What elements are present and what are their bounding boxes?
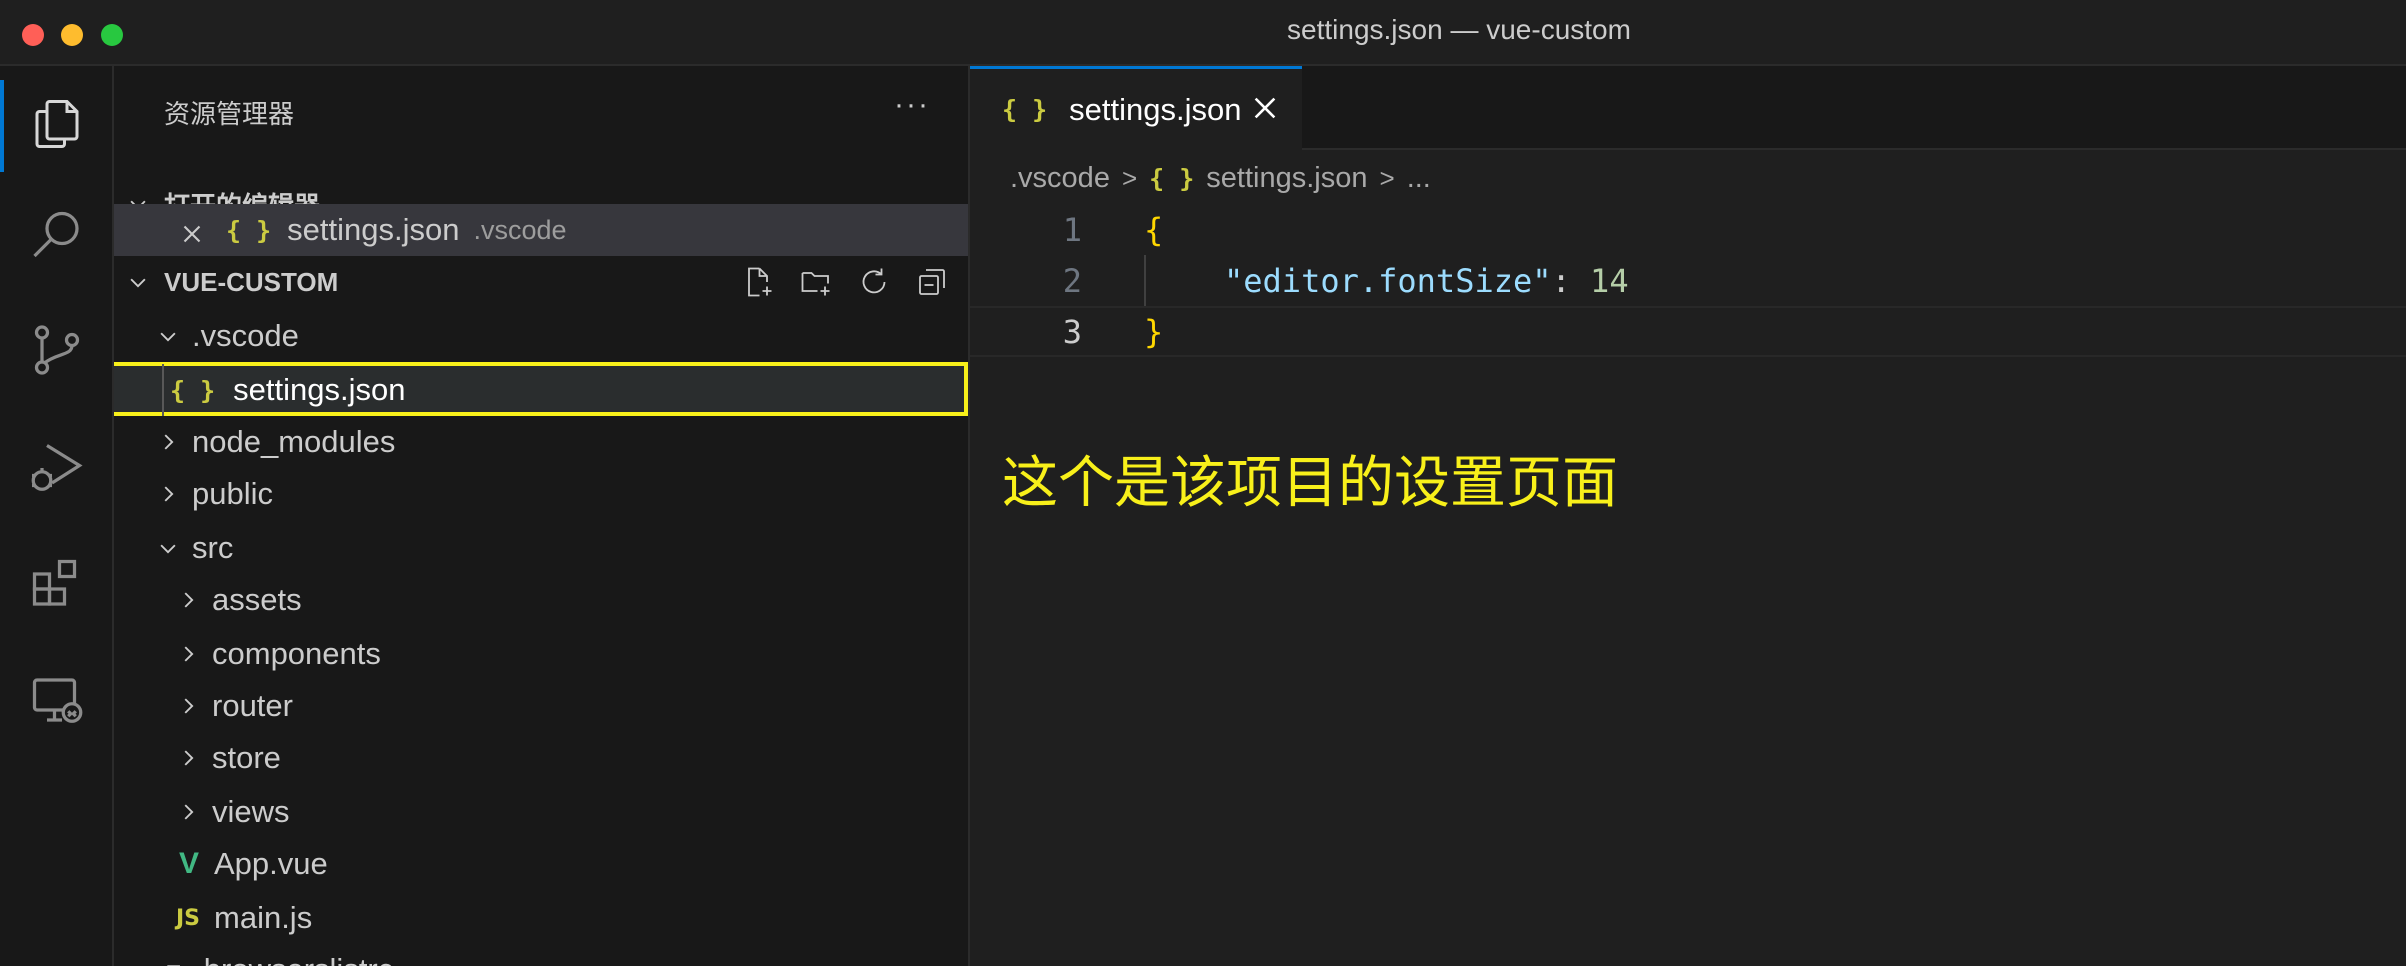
new-file-icon[interactable] bbox=[740, 264, 776, 300]
close-brace: } bbox=[1144, 312, 1164, 351]
new-folder-icon[interactable] bbox=[798, 264, 834, 300]
json-file-icon: { } bbox=[1149, 163, 1195, 193]
code-line-current: 3 } bbox=[970, 306, 2406, 357]
tree-file-settings-json[interactable]: { } settings.json bbox=[114, 364, 968, 416]
extensions-icon[interactable] bbox=[25, 552, 89, 616]
tree-folder-node-modules[interactable]: node_modules bbox=[114, 416, 968, 468]
breadcrumb-more[interactable]: ... bbox=[1407, 162, 1431, 195]
explorer-sidebar: 资源管理器 ··· 打开的编辑器 { } settings.json .vsco… bbox=[114, 66, 970, 966]
tree-folder-store[interactable]: store bbox=[114, 732, 968, 784]
tree-label: App.vue bbox=[214, 846, 328, 881]
breadcrumb-separator: > bbox=[1121, 162, 1138, 193]
files-icon[interactable] bbox=[25, 92, 89, 156]
tree-label: store bbox=[212, 740, 281, 775]
open-editor-item[interactable]: { } settings.json .vscode bbox=[114, 204, 968, 256]
tree-label: public bbox=[192, 476, 273, 511]
chevron-right-icon bbox=[158, 484, 178, 504]
project-section[interactable]: VUE-CUSTOM bbox=[114, 256, 968, 308]
line-number: 1 bbox=[1062, 210, 1082, 249]
active-indicator bbox=[0, 80, 4, 172]
indent-guide bbox=[1144, 255, 1146, 306]
tree-label: assets bbox=[212, 582, 302, 617]
breadcrumb-folder[interactable]: .vscode bbox=[1010, 162, 1110, 195]
code-text: } bbox=[1144, 313, 1163, 351]
more-actions-button[interactable]: ··· bbox=[894, 88, 930, 122]
json-colon: : bbox=[1551, 261, 1591, 300]
tree-file-browserslistrc[interactable]: ≡ .browserslistrc bbox=[114, 944, 968, 966]
json-file-icon: { } bbox=[226, 215, 272, 245]
tree-label: main.js bbox=[214, 900, 313, 935]
chevron-right-icon bbox=[178, 590, 198, 610]
tree-label: views bbox=[212, 794, 290, 829]
code-line: 1 { bbox=[970, 204, 2406, 255]
code-editor[interactable]: 1 { 2 "editor.fontSize": 14 3 } bbox=[970, 204, 2406, 357]
project-title: VUE-CUSTOM bbox=[164, 266, 339, 297]
search-icon[interactable] bbox=[25, 204, 89, 268]
chevron-right-icon bbox=[178, 644, 198, 664]
chevron-down-icon bbox=[158, 538, 178, 558]
code-line: 2 "editor.fontSize": 14 bbox=[970, 255, 2406, 306]
refresh-icon[interactable] bbox=[856, 264, 892, 300]
tree-file-app-vue[interactable]: V App.vue bbox=[114, 838, 968, 890]
tree-folder-vscode[interactable]: .vscode bbox=[114, 310, 968, 362]
tree-folder-src[interactable]: src bbox=[114, 522, 968, 574]
tree-label: settings.json bbox=[233, 372, 406, 407]
explorer-title: 资源管理器 bbox=[164, 99, 295, 129]
open-editor-filename: settings.json bbox=[287, 212, 460, 247]
chevron-right-icon bbox=[178, 802, 198, 822]
collapse-all-icon[interactable] bbox=[914, 264, 950, 300]
tree-file-main-js[interactable]: JS main.js bbox=[114, 892, 968, 944]
json-key: "editor.fontSize" bbox=[1224, 261, 1552, 300]
window-title: settings.json — vue-custom bbox=[1287, 14, 1631, 45]
tree-folder-components[interactable]: components bbox=[114, 628, 968, 680]
code-text: { bbox=[1144, 211, 1163, 249]
tree-folder-assets[interactable]: assets bbox=[114, 574, 968, 626]
json-file-icon: { } bbox=[170, 375, 216, 405]
json-value: 14 bbox=[1590, 261, 1629, 300]
breadcrumb: .vscode > { } settings.json > ... bbox=[1010, 158, 1431, 198]
line-number: 2 bbox=[1062, 261, 1082, 300]
source-control-icon[interactable] bbox=[25, 318, 89, 382]
js-file-icon: JS bbox=[175, 905, 201, 931]
editor-area: { } settings.json .vscode > { } settings… bbox=[970, 66, 2406, 966]
tree-label: router bbox=[212, 688, 293, 723]
tree-label: src bbox=[192, 530, 234, 565]
tree-folder-router[interactable]: router bbox=[114, 680, 968, 732]
open-editor-folder: .vscode bbox=[473, 214, 567, 245]
remote-explorer-icon[interactable] bbox=[25, 668, 89, 732]
explorer-toolbar bbox=[740, 264, 950, 300]
code-text: "editor.fontSize": 14 bbox=[1224, 262, 1629, 300]
config-file-icon: ≡ bbox=[166, 955, 181, 966]
run-debug-icon[interactable] bbox=[25, 436, 89, 500]
tab-bar: { } settings.json bbox=[970, 66, 2406, 150]
tree-folder-views[interactable]: views bbox=[114, 786, 968, 838]
chevron-down-icon bbox=[158, 326, 178, 346]
tree-folder-public[interactable]: public bbox=[114, 468, 968, 520]
tree-label: .vscode bbox=[192, 318, 299, 353]
annotation-text: 这个是该项目的设置页面 bbox=[1002, 451, 1618, 516]
close-icon[interactable] bbox=[180, 218, 204, 243]
chevron-down-icon bbox=[128, 272, 148, 292]
tree-label: node_modules bbox=[192, 424, 396, 459]
breadcrumb-separator: > bbox=[1379, 162, 1395, 193]
breadcrumb-file[interactable]: settings.json bbox=[1206, 162, 1367, 195]
title-bar: settings.json — vue-custom bbox=[0, 0, 2406, 66]
open-brace: { bbox=[1144, 210, 1164, 249]
chevron-right-icon bbox=[178, 748, 198, 768]
tab-label: settings.json bbox=[1069, 91, 1242, 127]
tree-label: components bbox=[212, 636, 381, 671]
close-icon[interactable] bbox=[1250, 93, 1280, 123]
chevron-right-icon bbox=[158, 432, 178, 452]
chevron-right-icon bbox=[178, 696, 198, 716]
tree-label: .browserslistrc bbox=[195, 952, 393, 966]
json-file-icon: { } bbox=[1002, 95, 1048, 124]
vue-file-icon: V bbox=[178, 847, 199, 880]
tab-settings-json[interactable]: { } settings.json bbox=[970, 66, 1302, 150]
activity-bar bbox=[0, 66, 114, 966]
line-number: 3 bbox=[1062, 312, 1082, 351]
